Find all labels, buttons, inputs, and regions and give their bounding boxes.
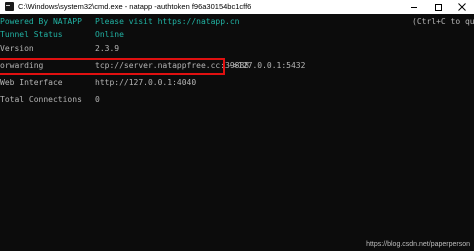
terminal-output[interactable]: Powered By NATAPP Please visit https://n… [0,14,474,251]
minimize-button[interactable] [403,0,425,14]
total-connections-value: 0 [95,95,100,104]
powered-by-text: Powered By NATAPP [0,17,82,26]
visit-url-text: Please visit https://natapp.cn [95,17,240,26]
close-button[interactable] [451,0,473,14]
web-interface-label: Web Interface [0,78,63,87]
version-row: Version 2.3.9 [0,43,474,55]
quit-hint: (Ctrl+C to quit) [412,17,474,26]
cmd-icon [5,2,14,11]
window-title: C:\Windows\system32\cmd.exe - natapp -au… [18,2,252,11]
tunnel-status-value: Online [95,30,124,39]
connections-row: Total Connections 0 [0,94,474,106]
web-interface-row: Web Interface http://127.0.0.1:4040 [0,77,474,89]
maximize-icon [435,4,442,11]
version-label: Version [0,44,34,53]
title-bar[interactable]: C:\Windows\system32\cmd.exe - natapp -au… [0,0,474,14]
version-value: 2.3.9 [95,44,120,53]
close-icon [458,3,466,11]
cmd-window: C:\Windows\system32\cmd.exe - natapp -au… [0,0,474,251]
status-row: Tunnel Status Online [0,29,474,41]
total-connections-label: Total Connections [0,95,82,104]
header-line: Powered By NATAPP Please visit https://n… [0,16,474,28]
forwarding-highlight-box [0,58,225,75]
tunnel-status-label: Tunnel Status [0,30,63,39]
forwarding-arrow: -> [228,61,238,70]
watermark: https://blog.csdn.net/paperperson [366,241,470,248]
forwarding-target: 127.0.0.1:5432 [238,61,306,70]
maximize-button[interactable] [427,0,449,14]
web-interface-value: http://127.0.0.1:4040 [95,78,197,87]
minimize-icon [411,7,417,8]
